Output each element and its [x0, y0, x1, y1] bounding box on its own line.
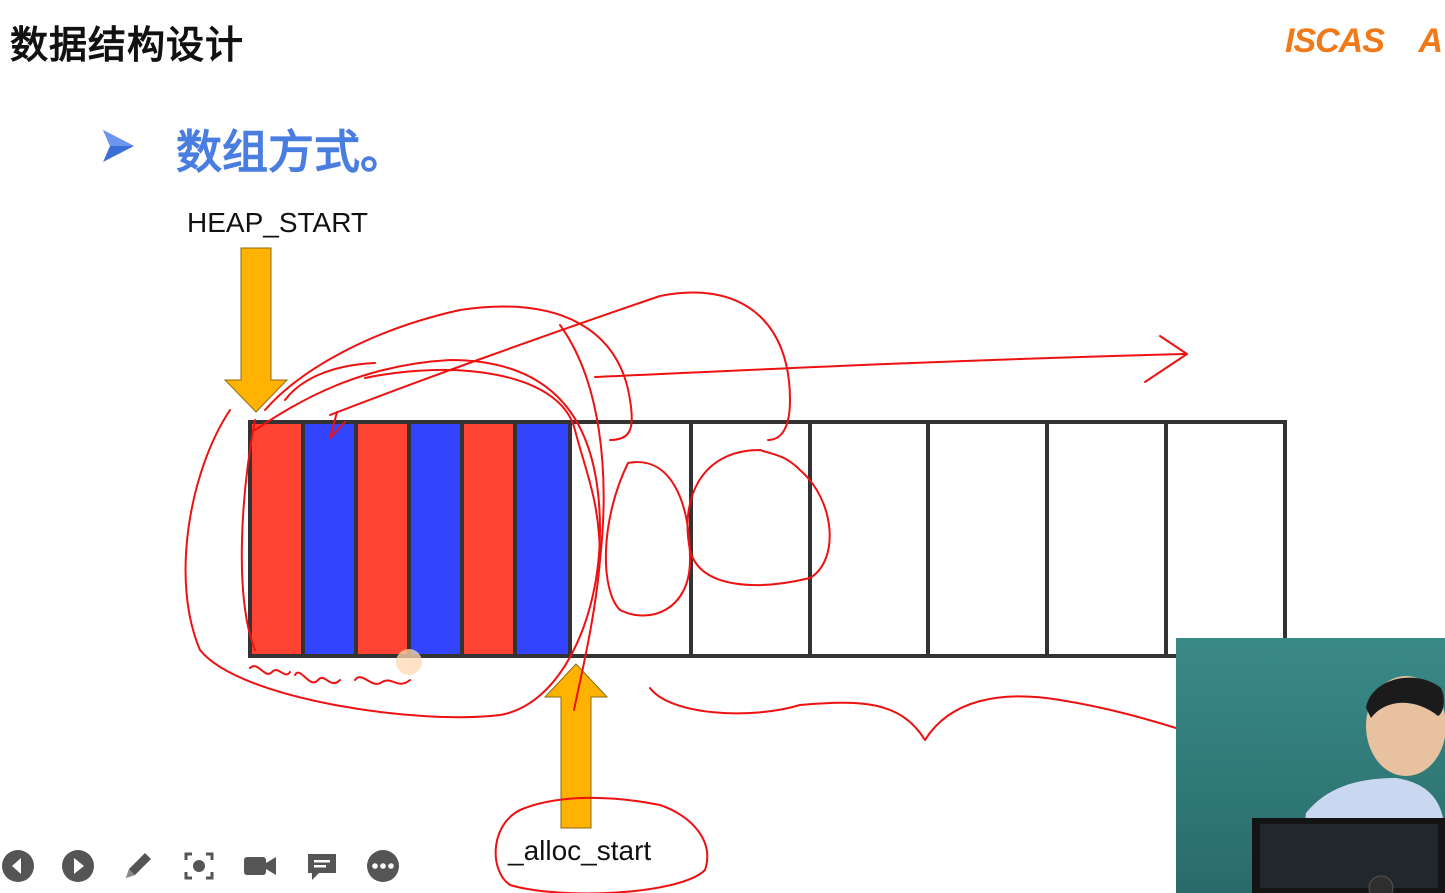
next-icon	[62, 850, 94, 882]
memory-cell	[460, 420, 517, 658]
memory-cell	[808, 420, 930, 658]
cursor-highlight	[396, 649, 422, 675]
screenshot-icon	[184, 852, 214, 880]
more-icon	[367, 850, 399, 882]
previous-button[interactable]	[0, 848, 36, 884]
previous-icon	[2, 850, 34, 882]
pen-button[interactable]	[120, 848, 156, 884]
presentation-toolbar	[0, 848, 420, 888]
memory-cell	[926, 420, 1049, 658]
camera-icon	[244, 857, 276, 875]
memory-cell	[1045, 420, 1168, 658]
pen-icon	[126, 853, 151, 878]
memory-cell	[689, 420, 812, 658]
memory-cell	[513, 420, 572, 658]
memory-cells	[248, 420, 1287, 658]
memory-cell	[407, 420, 464, 658]
alloc-start-arrow	[543, 663, 609, 829]
memory-cell	[1164, 420, 1287, 658]
comment-icon	[308, 854, 336, 880]
memory-cell	[248, 420, 305, 658]
screenshot-button[interactable]	[181, 848, 217, 884]
memory-cell	[354, 420, 411, 658]
next-button[interactable]	[60, 848, 96, 884]
camera-button[interactable]	[242, 848, 278, 884]
heap-start-arrow	[223, 247, 289, 413]
memory-cell	[568, 420, 693, 658]
memory-cell	[301, 420, 358, 658]
more-button[interactable]	[365, 848, 401, 884]
comment-button[interactable]	[304, 848, 340, 884]
presenter-figure	[1252, 676, 1445, 893]
presenter-video	[1176, 638, 1445, 893]
